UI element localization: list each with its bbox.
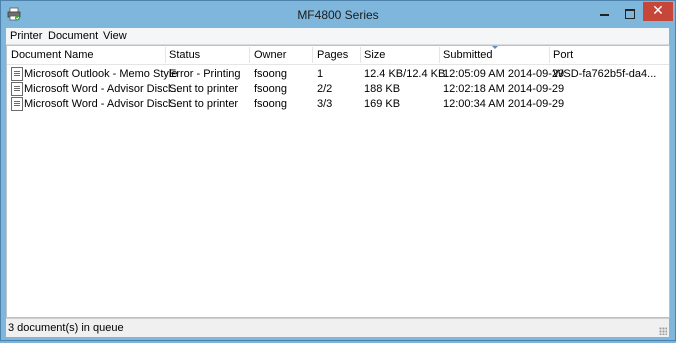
column-divider[interactable] <box>249 47 250 63</box>
menu-document[interactable]: Document <box>48 30 98 42</box>
document-list: Document Name Status Owner Pages Size Su… <box>6 45 670 318</box>
cell-document-name: Microsoft Word - Advisor Discl... <box>24 83 180 95</box>
column-header-port[interactable]: Port <box>553 49 573 63</box>
column-header-submitted[interactable]: Submitted <box>443 49 493 63</box>
column-divider[interactable] <box>549 47 550 63</box>
column-divider[interactable] <box>165 47 166 63</box>
cell-size: 12.4 KB/12.4 KB <box>364 68 446 80</box>
print-queue-window: MF4800 Series ✕ Printer Document View Do… <box>0 0 676 341</box>
column-header-size[interactable]: Size <box>364 49 385 63</box>
title-bar[interactable]: MF4800 Series ✕ <box>1 1 675 28</box>
column-header-pages[interactable]: Pages <box>317 49 348 63</box>
cell-size: 169 KB <box>364 98 401 110</box>
cell-pages: 2/2 <box>317 83 333 95</box>
cell-owner: fsoong <box>254 83 288 95</box>
menu-printer[interactable]: Printer <box>10 30 42 42</box>
column-header-owner[interactable]: Owner <box>254 49 286 63</box>
window-title: MF4800 Series <box>297 8 379 22</box>
document-icon <box>11 97 23 111</box>
list-header: Document Name Status Owner Pages Size Su… <box>7 46 669 65</box>
minimize-icon <box>600 14 609 16</box>
queue-count-text: 3 document(s) in queue <box>8 322 124 334</box>
column-divider[interactable] <box>312 47 313 63</box>
cell-owner: fsoong <box>254 98 288 110</box>
maximize-icon <box>625 9 635 19</box>
cell-pages: 3/3 <box>317 98 333 110</box>
document-icon <box>11 67 23 81</box>
cell-owner: fsoong <box>254 68 288 80</box>
cell-document-name: Microsoft Outlook - Memo Style <box>24 68 178 80</box>
cell-pages: 1 <box>317 68 324 80</box>
close-button[interactable]: ✕ <box>643 2 673 21</box>
cell-submitted: 12:05:09 AM 2014-09-29 <box>443 68 565 80</box>
maximize-button[interactable] <box>617 2 643 22</box>
document-icon <box>11 82 23 96</box>
cell-port: WSD-fa762b5f-da4... <box>553 68 657 80</box>
minimize-button[interactable] <box>591 2 617 22</box>
status-bar: 3 document(s) in queue <box>6 318 669 337</box>
column-divider[interactable] <box>439 47 440 63</box>
cell-status: Sent to printer <box>169 83 239 95</box>
menu-bar: Printer Document View <box>6 28 669 45</box>
column-divider[interactable] <box>360 47 361 63</box>
table-row[interactable]: Microsoft Word - Advisor Discl... Sent t… <box>7 81 669 96</box>
cell-status: Error - Printing <box>169 68 241 80</box>
resize-grip-icon[interactable] <box>659 327 667 335</box>
cell-submitted: 12:00:34 AM 2014-09-29 <box>443 98 565 110</box>
close-icon: ✕ <box>652 3 664 19</box>
column-header-status[interactable]: Status <box>169 49 200 63</box>
cell-status: Sent to printer <box>169 98 239 110</box>
cell-size: 188 KB <box>364 83 401 95</box>
sort-ascending-icon <box>492 46 498 49</box>
cell-document-name: Microsoft Word - Advisor Discl... <box>24 98 180 110</box>
cell-submitted: 12:02:18 AM 2014-09-29 <box>443 83 565 95</box>
table-row[interactable]: Microsoft Word - Advisor Discl... Sent t… <box>7 96 669 111</box>
menu-view[interactable]: View <box>103 30 127 42</box>
column-header-document-name[interactable]: Document Name <box>11 49 94 63</box>
table-row[interactable]: Microsoft Outlook - Memo Style Error - P… <box>7 66 669 81</box>
